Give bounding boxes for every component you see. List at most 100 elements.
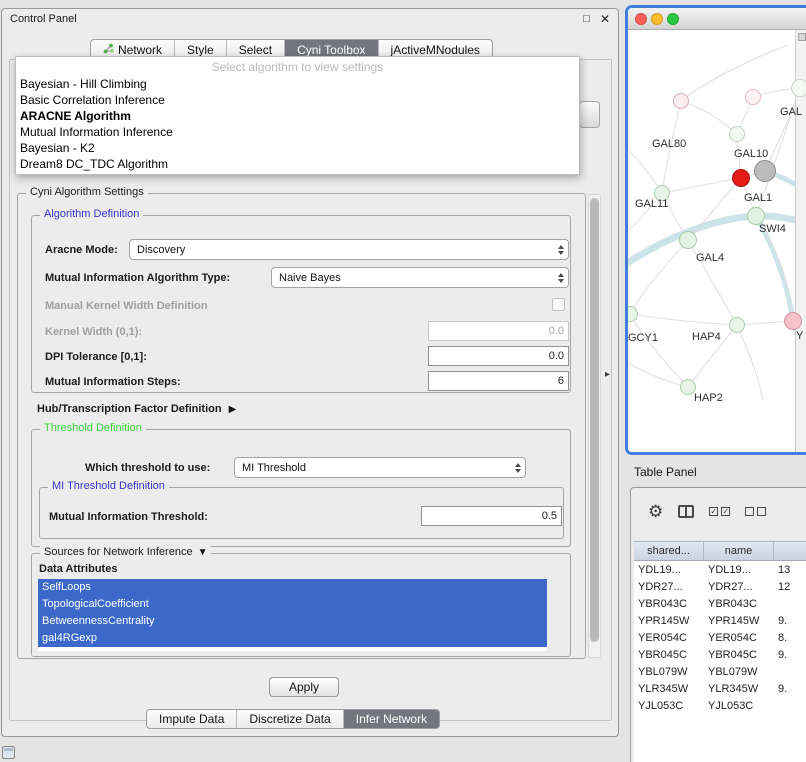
combo-stepper-icon xyxy=(553,240,568,259)
tab-infer-network[interactable]: Infer Network xyxy=(343,710,439,728)
sources-title: Sources for Network Inference xyxy=(44,546,193,558)
node-label: GAL xyxy=(780,106,802,118)
algorithm-option[interactable]: ARACNE Algorithm xyxy=(16,108,579,124)
table-row[interactable]: YDL19...YDL19...13 xyxy=(634,561,806,578)
algorithm-options: Bayesian - Hill ClimbingBasic Correlatio… xyxy=(16,76,579,172)
column-header[interactable]: shared... xyxy=(634,542,704,560)
network-canvas[interactable]: GALGAL80GAL10GAL11GAL1SWI4GAL4GCY1HAP4HA… xyxy=(628,30,806,452)
select-all-icon[interactable] xyxy=(709,507,730,516)
network-node[interactable] xyxy=(673,93,689,109)
panel-resize-arrow-icon[interactable]: ▸ xyxy=(605,369,610,380)
table-row[interactable]: YER054CYER054C8. xyxy=(634,629,806,646)
column-header[interactable] xyxy=(774,542,806,560)
network-window-titlebar[interactable] xyxy=(628,8,806,30)
close-icon[interactable]: ✕ xyxy=(600,13,610,25)
table-cell: YDR27... xyxy=(704,581,774,593)
algorithm-option[interactable]: Bayesian - K2 xyxy=(16,140,579,156)
tab-label: Select xyxy=(239,43,272,57)
hub-definition-label: Hub/Transcription Factor Definition xyxy=(37,403,222,415)
tab-label: Style xyxy=(187,43,214,57)
which-threshold-select[interactable]: MI Threshold xyxy=(234,457,526,478)
docked-panel-icon[interactable] xyxy=(2,746,15,759)
table-header-row: shared...name xyxy=(634,541,806,561)
network-node[interactable] xyxy=(791,79,806,97)
table-cell: YBL079W xyxy=(634,666,704,678)
tab-impute-data[interactable]: Impute Data xyxy=(147,710,236,728)
table-row[interactable]: YBL079WYBL079W xyxy=(634,663,806,680)
table-cell: YJL053C xyxy=(704,700,774,712)
table-cell: YBR043C xyxy=(634,598,704,610)
table-cell: YLR345W xyxy=(634,683,704,695)
data-attributes-list[interactable]: SelfLoopsTopologicalCoefficientBetweenne… xyxy=(38,579,547,651)
close-window-button[interactable] xyxy=(635,13,647,25)
collapse-arrow-icon[interactable]: ▼ xyxy=(198,547,208,558)
minimize-window-button[interactable] xyxy=(651,13,663,25)
selected-value: Discovery xyxy=(137,244,553,256)
table-cell: YLR345W xyxy=(704,683,774,695)
table-cell: YPR145W xyxy=(634,615,704,627)
table-row[interactable]: YDR27...YDR27...12 xyxy=(634,578,806,595)
node-label: GAL4 xyxy=(696,252,724,264)
kernel-width-field[interactable] xyxy=(428,321,569,341)
tab-discretize-data[interactable]: Discretize Data xyxy=(236,710,342,728)
scrollbar-button[interactable] xyxy=(798,33,806,41)
table-cell: 9. xyxy=(774,649,806,661)
algorithm-option[interactable]: Basic Correlation Inference xyxy=(16,92,579,108)
hub-definition-expander[interactable]: Hub/Transcription Factor Definition ▶ xyxy=(37,403,236,415)
attribute-item[interactable]: gal4RGexp xyxy=(38,630,547,647)
table-cell: YBR043C xyxy=(704,598,774,610)
cyni-mode-tabs: Impute DataDiscretize DataInfer Network xyxy=(146,709,440,729)
table-row[interactable]: YLR345WYLR345W9. xyxy=(634,680,806,697)
attribute-item[interactable]: BetweennessCentrality xyxy=(38,613,547,630)
table-row[interactable]: YBR045CYBR045C9. xyxy=(634,646,806,663)
network-node[interactable] xyxy=(679,231,697,249)
data-attributes-label: Data Attributes xyxy=(39,563,117,575)
table-row[interactable]: YPR145WYPR145W9. xyxy=(634,612,806,629)
dpi-tolerance-label: DPI Tolerance [0,1]: xyxy=(45,351,147,363)
mi-steps-field[interactable] xyxy=(428,371,569,391)
settings-scrollbar[interactable] xyxy=(588,194,601,658)
group-title: Algorithm Definition xyxy=(40,208,143,220)
table-row[interactable]: YJL053CYJL053C xyxy=(634,697,806,714)
deselect-all-icon[interactable] xyxy=(745,507,766,516)
aracne-mode-label: Aracne Mode: xyxy=(45,244,118,256)
zoom-window-button[interactable] xyxy=(667,13,679,25)
apply-button[interactable]: Apply xyxy=(269,677,339,697)
column-header[interactable]: name xyxy=(704,542,774,560)
network-node[interactable] xyxy=(754,160,776,182)
algorithm-option[interactable]: Dream8 DC_TDC Algorithm xyxy=(16,156,579,172)
network-node[interactable] xyxy=(729,126,745,142)
attribute-item[interactable]: TopologicalCoefficient xyxy=(38,596,547,613)
table-row[interactable]: YBR043CYBR043C xyxy=(634,595,806,612)
network-node[interactable] xyxy=(729,317,745,333)
table-cell: YBR045C xyxy=(704,649,774,661)
node-label: GAL1 xyxy=(744,192,772,204)
manual-kernel-width-checkbox[interactable] xyxy=(552,298,565,311)
network-node[interactable] xyxy=(745,89,761,105)
mi-algorithm-type-select[interactable]: Naive Bayes xyxy=(271,267,569,288)
node-table: shared...name YDL19...YDL19...13YDR27...… xyxy=(634,541,806,762)
node-label: GAL10 xyxy=(734,148,768,160)
window-controls: □ ✕ xyxy=(583,13,610,25)
algorithm-option[interactable]: Bayesian - Hill Climbing xyxy=(16,76,579,92)
tab-label: Cyni Toolbox xyxy=(297,43,365,57)
network-view-window: GALGAL80GAL10GAL11GAL1SWI4GAL4GCY1HAP4HA… xyxy=(625,5,806,455)
scrollbar-thumb[interactable] xyxy=(590,198,599,642)
mi-threshold-field[interactable] xyxy=(421,506,562,526)
dpi-tolerance-field[interactable] xyxy=(428,346,569,366)
table-cell: 9. xyxy=(774,683,806,695)
node-label: HAP2 xyxy=(694,392,723,404)
algorithm-option[interactable]: Mutual Information Inference xyxy=(16,124,579,140)
table-cell: YBR045C xyxy=(634,649,704,661)
dropdown-placeholder: Select algorithm to view settings xyxy=(16,59,579,76)
settings-gear-icon[interactable]: ⚙ xyxy=(648,503,663,520)
aracne-mode-select[interactable]: Discovery xyxy=(129,239,569,260)
tab-label: Network xyxy=(118,43,162,57)
network-node[interactable] xyxy=(784,312,802,330)
control-panel-title: Control Panel xyxy=(10,13,77,25)
float-window-icon[interactable]: □ xyxy=(583,14,590,25)
network-node[interactable] xyxy=(732,169,750,187)
table-cell: YDL19... xyxy=(704,564,774,576)
attribute-item[interactable]: SelfLoops xyxy=(38,579,547,596)
columns-icon[interactable] xyxy=(678,505,694,518)
